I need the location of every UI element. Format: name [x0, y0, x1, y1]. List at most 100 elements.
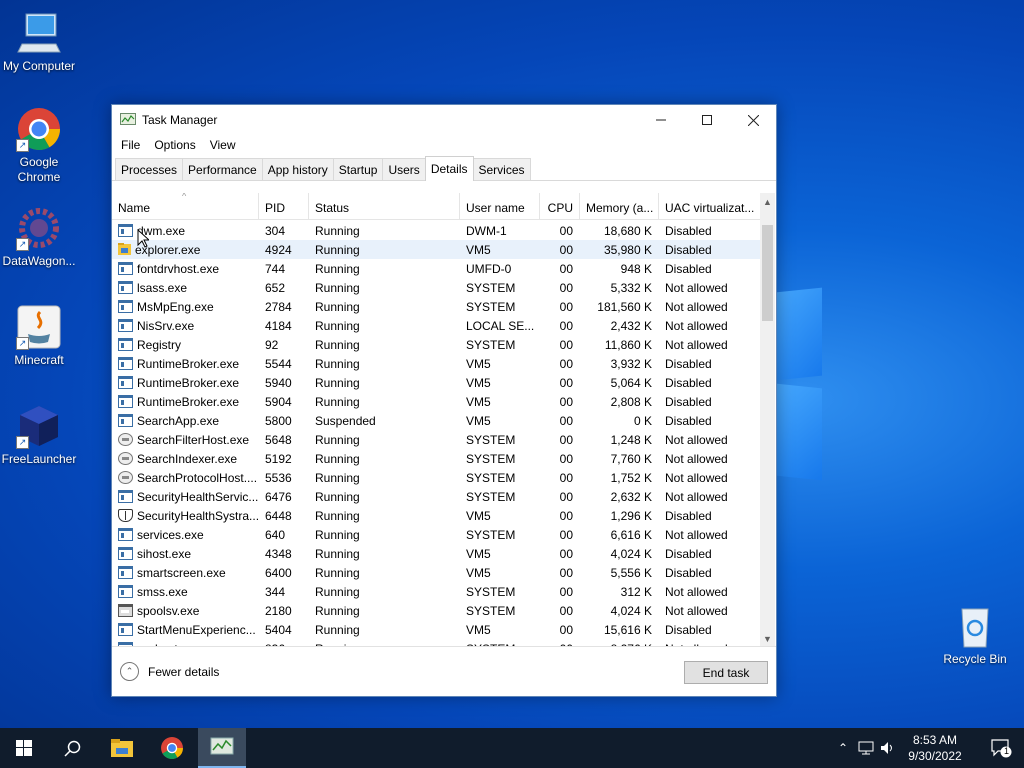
tab-performance[interactable]: Performance [182, 158, 263, 180]
cell-status: Running [315, 565, 360, 580]
table-row[interactable]: spoolsv.exe 2180 Running SYSTEM 00 4,024 K Not… [112, 601, 760, 620]
table-row[interactable]: smartscreen.exe 6400 Running VM5 00 5,556 K Di… [112, 563, 760, 582]
cell-user: VM5 [466, 508, 491, 523]
cell-cpu: 00 [559, 622, 573, 637]
tab-services[interactable]: Services [472, 158, 531, 180]
table-row[interactable]: sihost.exe 4348 Running VM5 00 4,024 K Disable… [112, 544, 760, 563]
table-row[interactable]: RuntimeBroker.exe 5940 Running VM5 00 5,064 K… [112, 373, 760, 392]
process-name-cell: SearchApp.exe [112, 414, 259, 428]
table-row[interactable]: SecurityHealthServic... 6476 Running SYSTEM… [112, 487, 760, 506]
process-name-cell: StartMenuExperienc... [112, 623, 259, 637]
fewer-details-button[interactable]: ⌃ Fewer details [120, 662, 219, 681]
column-header-status[interactable]: Status [309, 193, 460, 219]
desktop-icon-recycle-bin[interactable]: Recycle Bin [937, 603, 1013, 667]
clock-time: 8:53 AM [912, 733, 958, 747]
table-row[interactable]: Registry 92 Running SYSTEM 00 11,860 K Not all… [112, 335, 760, 354]
end-task-button[interactable]: End task [684, 661, 768, 684]
desktop-icon-datawagon[interactable]: ↗ DataWagon... [1, 205, 77, 269]
network-icon[interactable] [858, 741, 874, 755]
notification-button[interactable]: 1 [990, 737, 1012, 759]
cell-pid: 744 [265, 261, 286, 276]
scroll-thumb[interactable] [762, 225, 773, 321]
process-gear-icon [118, 471, 133, 484]
taskbar-task-manager[interactable] [198, 728, 246, 768]
desktop-icon-google-chrome[interactable]: ↗ Google Chrome [1, 106, 77, 185]
chevron-up-icon[interactable]: ⌃ [838, 741, 848, 755]
tab-users[interactable]: Users [382, 158, 426, 180]
search-button[interactable] [48, 728, 96, 768]
table-row[interactable]: explorer.exe 4924 Running VM5 00 35,980 K Disa… [112, 240, 760, 259]
cell-mem: 6,616 K [610, 527, 652, 542]
cell-uac: Not allowed [665, 470, 728, 485]
table-row[interactable]: NisSrv.exe 4184 Running LOCAL SE... 00 2,432 … [112, 316, 760, 335]
column-header-uac[interactable]: UAC virtualizat... [659, 193, 760, 219]
process-name: SearchIndexer.exe [137, 451, 238, 466]
menu-file[interactable]: File [114, 138, 147, 152]
scroll-up-icon[interactable]: ▲ [760, 193, 775, 210]
cell-status: Running [315, 356, 360, 371]
table-row[interactable]: smss.exe 344 Running SYSTEM 00 312 K Not allow… [112, 582, 760, 601]
table-row[interactable]: SearchIndexer.exe 5192 Running SYSTEM 00 7,76… [112, 449, 760, 468]
process-name-cell: SearchProtocolHost.... [112, 471, 259, 485]
menu-view[interactable]: View [203, 138, 243, 152]
column-header-pid[interactable]: PID [259, 193, 309, 219]
shortcut-arrow-icon: ↗ [16, 337, 29, 350]
menu-options[interactable]: Options [147, 138, 202, 152]
tab-processes[interactable]: Processes [115, 158, 184, 180]
process-app-icon [118, 623, 133, 636]
start-button[interactable] [0, 728, 48, 768]
desktop-icon-minecraft[interactable]: ↗ Minecraft [1, 304, 77, 368]
process-app-icon [118, 414, 133, 427]
minimize-button[interactable] [638, 105, 684, 135]
table-row[interactable]: services.exe 640 Running SYSTEM 00 6,616 K Not… [112, 525, 760, 544]
scroll-down-icon[interactable]: ▼ [760, 630, 775, 647]
cell-status: Running [315, 223, 360, 238]
process-app-icon [118, 224, 133, 237]
tab-details[interactable]: Details [424, 156, 474, 181]
cell-cpu: 00 [559, 375, 573, 390]
table-row[interactable]: lsass.exe 652 Running SYSTEM 00 5,332 K Not al… [112, 278, 760, 297]
process-name: Registry [137, 337, 182, 352]
table-row[interactable]: SecurityHealthSystra... 6448 Running VM5 00 1… [112, 506, 760, 525]
maximize-button[interactable] [684, 105, 730, 135]
table-row[interactable]: RuntimeBroker.exe 5904 Running VM5 00 2,808 K… [112, 392, 760, 411]
cell-uac: Not allowed [665, 337, 728, 352]
desktop-icon-freelauncher[interactable]: ↗ FreeLauncher [1, 403, 77, 467]
process-app-icon [118, 281, 133, 294]
table-row[interactable]: dwm.exe 304 Running DWM-1 00 18,680 K Disabled [112, 221, 760, 240]
taskbar-file-explorer[interactable] [98, 728, 146, 768]
column-header-user-name[interactable]: User name [460, 193, 540, 219]
table-row[interactable]: RuntimeBroker.exe 5544 Running VM5 00 3,932 K… [112, 354, 760, 373]
window-title: Task Manager [142, 113, 218, 127]
close-button[interactable] [730, 105, 776, 135]
table-row[interactable]: SearchFilterHost.exe 5648 Running SYSTEM 00 1… [112, 430, 760, 449]
tab-app-history[interactable]: App history [261, 158, 334, 180]
shortcut-arrow-icon: ↗ [16, 139, 29, 152]
volume-icon[interactable] [880, 741, 896, 755]
cell-user: VM5 [466, 394, 491, 409]
taskbar-clock[interactable]: 8:53 AM 9/30/2022 [904, 732, 966, 764]
table-row[interactable]: MsMpEng.exe 2784 Running SYSTEM 00 181,560 K N… [112, 297, 760, 316]
title-bar[interactable]: Task Manager [112, 105, 776, 135]
table-row[interactable]: StartMenuExperienc... 5404 Running VM5 00 15,… [112, 620, 760, 639]
process-app-icon [118, 566, 133, 579]
desktop-icon-my-computer[interactable]: My Computer [1, 10, 77, 74]
column-header-memory[interactable]: Memory (a... [580, 193, 659, 219]
column-header-name[interactable]: ^ Name [112, 193, 259, 219]
cell-status: Running [315, 318, 360, 333]
cell-uac: Disabled [665, 223, 712, 238]
table-row[interactable]: SearchProtocolHost.... 5536 Running SYSTEM 0… [112, 468, 760, 487]
process-app-icon [118, 357, 133, 370]
table-row[interactable]: fontdrvhost.exe 744 Running UMFD-0 00 948 K Di… [112, 259, 760, 278]
table-row[interactable]: SearchApp.exe 5800 Suspended VM5 00 0 K Disabl… [112, 411, 760, 430]
cell-status: Running [315, 584, 360, 599]
taskbar-chrome[interactable] [148, 728, 196, 768]
cell-mem: 5,064 K [610, 375, 652, 390]
cell-pid: 6476 [265, 489, 292, 504]
vertical-scrollbar[interactable]: ▲ ▼ [760, 193, 775, 647]
cell-status: Running [315, 603, 360, 618]
column-header-cpu[interactable]: CPU [540, 193, 580, 219]
tab-startup[interactable]: Startup [332, 158, 384, 180]
cell-status: Suspended [315, 413, 376, 428]
process-name: NisSrv.exe [137, 318, 195, 333]
